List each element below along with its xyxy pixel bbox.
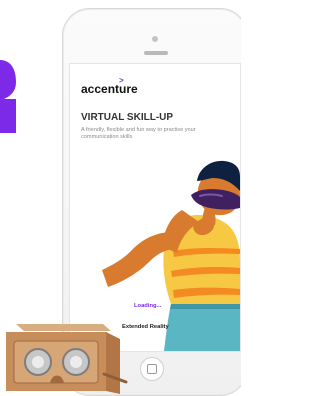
pants bbox=[164, 304, 240, 351]
app-stage: > accenture VIRTUAL SKILL-UP A friendly,… bbox=[0, 0, 241, 396]
cardboard-vr-viewer bbox=[6, 324, 128, 394]
home-button[interactable] bbox=[140, 357, 164, 381]
page-subtitle: A friendly, flexible and fun way to prac… bbox=[81, 127, 196, 140]
footer-label: Extended Reality bbox=[122, 324, 169, 330]
belt bbox=[170, 304, 240, 309]
speaker-slot bbox=[144, 51, 168, 55]
purple-brand-shape bbox=[0, 60, 16, 133]
camera-dot bbox=[152, 36, 158, 42]
viewer-side bbox=[106, 332, 120, 394]
brand-name: accenture bbox=[81, 82, 138, 96]
page-title: VIRTUAL SKILL-UP bbox=[81, 112, 174, 123]
loading-status: Loading... bbox=[134, 303, 162, 309]
phone-screen: > accenture VIRTUAL SKILL-UP A friendly,… bbox=[69, 63, 241, 352]
home-button-icon bbox=[147, 364, 157, 374]
viewer-top bbox=[16, 324, 111, 331]
arm bbox=[102, 232, 173, 287]
